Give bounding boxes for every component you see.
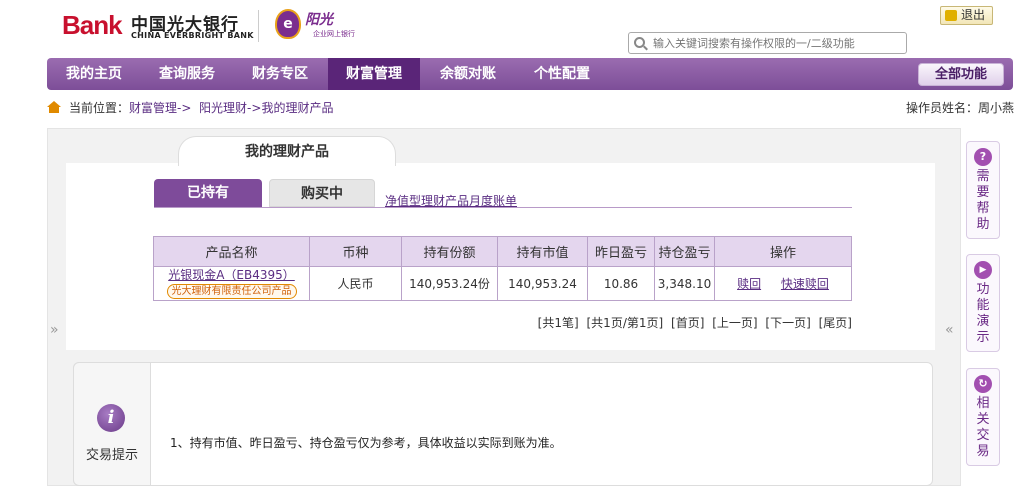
bank-name-en: CHINA EVERBRIGHT BANK <box>131 31 254 40</box>
logout-label: 退出 <box>961 8 986 22</box>
yesterday-pnl-cell: 10.86 <box>587 266 655 301</box>
nav-item-home[interactable]: 我的主页 <box>52 58 136 90</box>
nav-item-reconcile[interactable]: 余额对账 <box>423 58 513 90</box>
pager-prev-button[interactable]: [上一页] <box>712 316 757 330</box>
table-row: 光银现金A（EB4395） 光大理财有限责任公司产品 人民币 140,953.2… <box>153 266 852 301</box>
col-header-currency: 币种 <box>309 236 402 267</box>
market-value-cell: 140,953.24 <box>497 266 588 301</box>
breadcrumb: 当前位置：财富管理-> 阳光理财->我的理财产品 <box>47 98 333 118</box>
breadcrumb-prefix: 当前位置： <box>69 101 130 115</box>
col-header-product: 产品名称 <box>153 236 310 267</box>
col-header-position-pnl: 持仓盈亏 <box>654 236 715 267</box>
search-input[interactable] <box>653 34 903 52</box>
demo-label: 功能演示 <box>976 282 990 345</box>
demo-button[interactable]: ▶ 功能演示 <box>966 254 1000 352</box>
sunshine-logo-icon: e <box>275 9 301 39</box>
nav-item-wealth[interactable]: 财富管理 <box>328 58 420 90</box>
logo-bank-prefix: B <box>62 10 81 40</box>
nav-item-query[interactable]: 查询服务 <box>142 58 232 90</box>
table-header-row: 产品名称 币种 持有份额 持有市值 昨日盈亏 持仓盈亏 操作 <box>153 236 852 267</box>
refresh-icon: ↻ <box>974 375 992 393</box>
logo-divider <box>258 10 259 42</box>
logout-icon <box>945 10 957 21</box>
nav-item-personal[interactable]: 个性配置 <box>517 58 607 90</box>
trade-tips-label: 交易提示 <box>85 448 138 463</box>
issuer-badge: 光大理财有限责任公司产品 <box>166 284 297 299</box>
info-icon: i <box>97 404 125 432</box>
pager-total: [共1笔] <box>537 316 579 330</box>
col-header-yesterday-pnl: 昨日盈亏 <box>587 236 655 267</box>
question-icon: ? <box>974 148 992 166</box>
pager-first-button[interactable]: [首页] <box>671 316 704 330</box>
help-button[interactable]: ? 需要帮助 <box>966 141 1000 239</box>
expand-left-icon[interactable]: » <box>50 322 59 338</box>
pager-pages: [共1页/第1页] <box>586 316 664 330</box>
tab-held[interactable]: 已持有 <box>154 179 262 207</box>
help-label: 需要帮助 <box>976 169 990 232</box>
actions-cell: 赎回 快速赎回 <box>714 266 852 301</box>
all-functions-button[interactable]: 全部功能 <box>918 63 1004 86</box>
sunshine-subtitle: 企业网上银行 <box>313 30 355 38</box>
trade-tips-box <box>73 362 933 486</box>
product-cell: 光银现金A（EB4395） 光大理财有限责任公司产品 <box>153 266 310 301</box>
pager-last-button[interactable]: [尾页] <box>819 316 852 330</box>
related-trades-button[interactable]: ↻ 相关交易 <box>966 368 1000 466</box>
pager-next-button[interactable]: [下一页] <box>765 316 810 330</box>
collapse-right-icon[interactable]: « <box>945 322 954 338</box>
operator-name: 操作员姓名：周小燕 <box>905 101 1014 115</box>
tab-buying[interactable]: 购买中 <box>269 179 375 207</box>
redeem-link[interactable]: 赎回 <box>737 277 761 291</box>
play-icon: ▶ <box>974 261 992 279</box>
related-trades-label: 相关交易 <box>976 396 990 459</box>
breadcrumb-sunshine[interactable]: 阳光理财-> <box>199 101 261 115</box>
main-nav: 我的主页 查询服务 财务专区 财富管理 余额对账 个性配置 全部功能 <box>47 58 1013 90</box>
pagination: [共1笔] [共1页/第1页] [首页] [上一页] [下一页] [尾页] <box>534 314 852 331</box>
logout-button[interactable]: 退出 <box>940 6 993 25</box>
currency-cell: 人民币 <box>309 266 402 301</box>
trade-tips-text: 1、持有市值、昨日盈亏、持仓盈亏仅为参考，具体收益以实际到账为准。 <box>170 436 562 450</box>
col-header-shares: 持有份额 <box>401 236 498 267</box>
breadcrumb-current: 我的理财产品 <box>261 101 334 115</box>
bank-logo: Bank <box>62 10 123 41</box>
product-name-link[interactable]: 光银现金A（EB4395） <box>154 268 309 283</box>
header: Bank 中国光大银行 CHINA EVERBRIGHT BANK e 阳光 企… <box>0 0 1024 58</box>
search-icon <box>634 37 645 48</box>
col-header-actions: 操作 <box>714 236 852 267</box>
holdings-table: 产品名称 币种 持有份额 持有市值 昨日盈亏 持仓盈亏 操作 光银现金A（EB4… <box>153 236 852 301</box>
logo-bank-rest: ank <box>79 10 123 40</box>
tab-underline <box>154 207 852 208</box>
shares-cell: 140,953.24份 <box>401 266 498 301</box>
col-header-market-value: 持有市值 <box>497 236 588 267</box>
position-pnl-cell: 3,348.10 <box>654 266 715 301</box>
fast-redeem-link[interactable]: 快速赎回 <box>781 277 829 291</box>
search-box[interactable] <box>628 32 907 54</box>
page-title: 我的理财产品 <box>178 136 396 166</box>
sunshine-title: 阳光 <box>305 12 333 28</box>
home-icon <box>47 101 61 113</box>
right-sidebar: ? 需要帮助 ▶ 功能演示 ↻ 相关交易 <box>962 133 1004 486</box>
breadcrumb-wealth[interactable]: 财富管理-> <box>129 101 191 115</box>
nav-item-finance[interactable]: 财务专区 <box>235 58 325 90</box>
